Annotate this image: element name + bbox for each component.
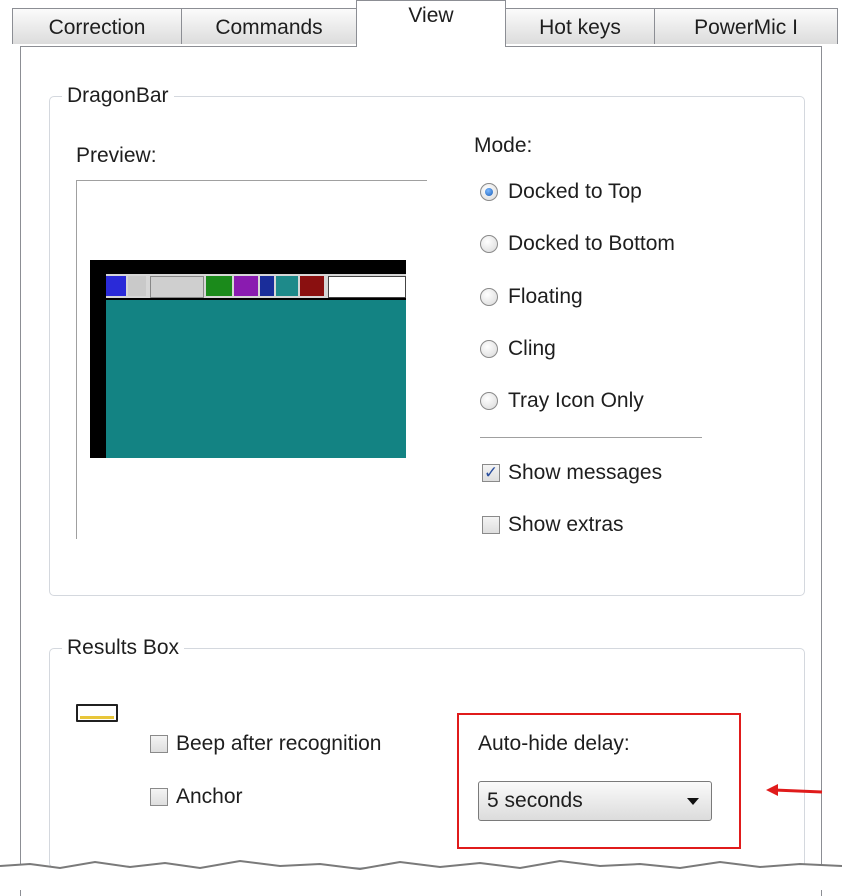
preview-mic-icon [128, 276, 146, 296]
dragonbar-group-title: DragonBar [62, 83, 174, 109]
preview-dragonbar [106, 274, 406, 298]
tab-commands[interactable]: Commands [181, 8, 357, 44]
beep-after-recognition-checkbox[interactable]: Beep after recognition [150, 731, 381, 757]
show-extras-label: Show extras [508, 513, 624, 536]
show-messages-label: Show messages [508, 461, 663, 484]
preview-color-block [206, 276, 232, 296]
tab-view[interactable]: View [356, 0, 506, 47]
mode-radio-docked-bottom[interactable]: Docked to Bottom [480, 231, 675, 257]
tab-powermic[interactable]: PowerMic I [654, 8, 838, 44]
red-arrow-pointer-icon [766, 784, 823, 796]
results-box-icon [76, 704, 118, 722]
show-messages-checkbox[interactable]: ✓ Show messages [482, 460, 662, 486]
mode-option-label: Tray Icon Only [508, 389, 644, 412]
mode-radio-floating[interactable]: Floating [480, 284, 583, 310]
radio-icon [480, 340, 498, 358]
radio-icon [480, 235, 498, 253]
mode-radio-cling[interactable]: Cling [480, 336, 556, 362]
mode-option-label: Cling [508, 337, 556, 360]
mode-option-label: Docked to Bottom [508, 232, 675, 255]
checkbox-icon [150, 735, 168, 753]
checkbox-icon [150, 788, 168, 806]
auto-hide-delay-select[interactable]: 5 seconds [478, 781, 712, 821]
mode-radio-docked-top[interactable]: Docked to Top [480, 179, 642, 205]
torn-edge-decoration [0, 859, 842, 890]
preview-color-block [300, 276, 324, 296]
mode-radio-tray-icon-only[interactable]: Tray Icon Only [480, 388, 644, 414]
preview-dragon-icon [106, 276, 126, 296]
preview-message-area [328, 276, 406, 298]
tab-strip: Correction Commands View Hot keys PowerM… [8, 0, 838, 47]
tab-correction[interactable]: Correction [12, 8, 182, 44]
checkbox-icon [482, 516, 500, 534]
anchor-checkbox[interactable]: Anchor [150, 784, 243, 810]
radio-selected-icon [480, 183, 498, 201]
mode-option-label: Floating [508, 285, 583, 308]
auto-hide-delay-value: 5 seconds [487, 789, 583, 812]
chevron-down-icon [687, 798, 699, 805]
preview-desktop [106, 300, 406, 458]
preview-color-block [260, 276, 274, 296]
preview-volume-meter [150, 276, 204, 298]
beep-label: Beep after recognition [176, 732, 382, 755]
anchor-label: Anchor [176, 785, 243, 808]
auto-hide-delay-label: Auto-hide delay: [478, 732, 630, 755]
checkmark-icon: ✓ [482, 463, 500, 482]
dragonbar-preview-image [90, 260, 406, 458]
preview-color-block [276, 276, 298, 296]
mode-option-label: Docked to Top [508, 180, 642, 203]
radio-icon [480, 288, 498, 306]
radio-icon [480, 392, 498, 410]
preview-label: Preview: [76, 144, 157, 167]
preview-color-block [234, 276, 258, 296]
mode-label: Mode: [474, 134, 533, 157]
results-box-group-title: Results Box [62, 635, 185, 661]
show-extras-checkbox[interactable]: Show extras [482, 512, 624, 538]
mode-separator [480, 437, 702, 438]
tab-hot-keys[interactable]: Hot keys [505, 8, 655, 44]
